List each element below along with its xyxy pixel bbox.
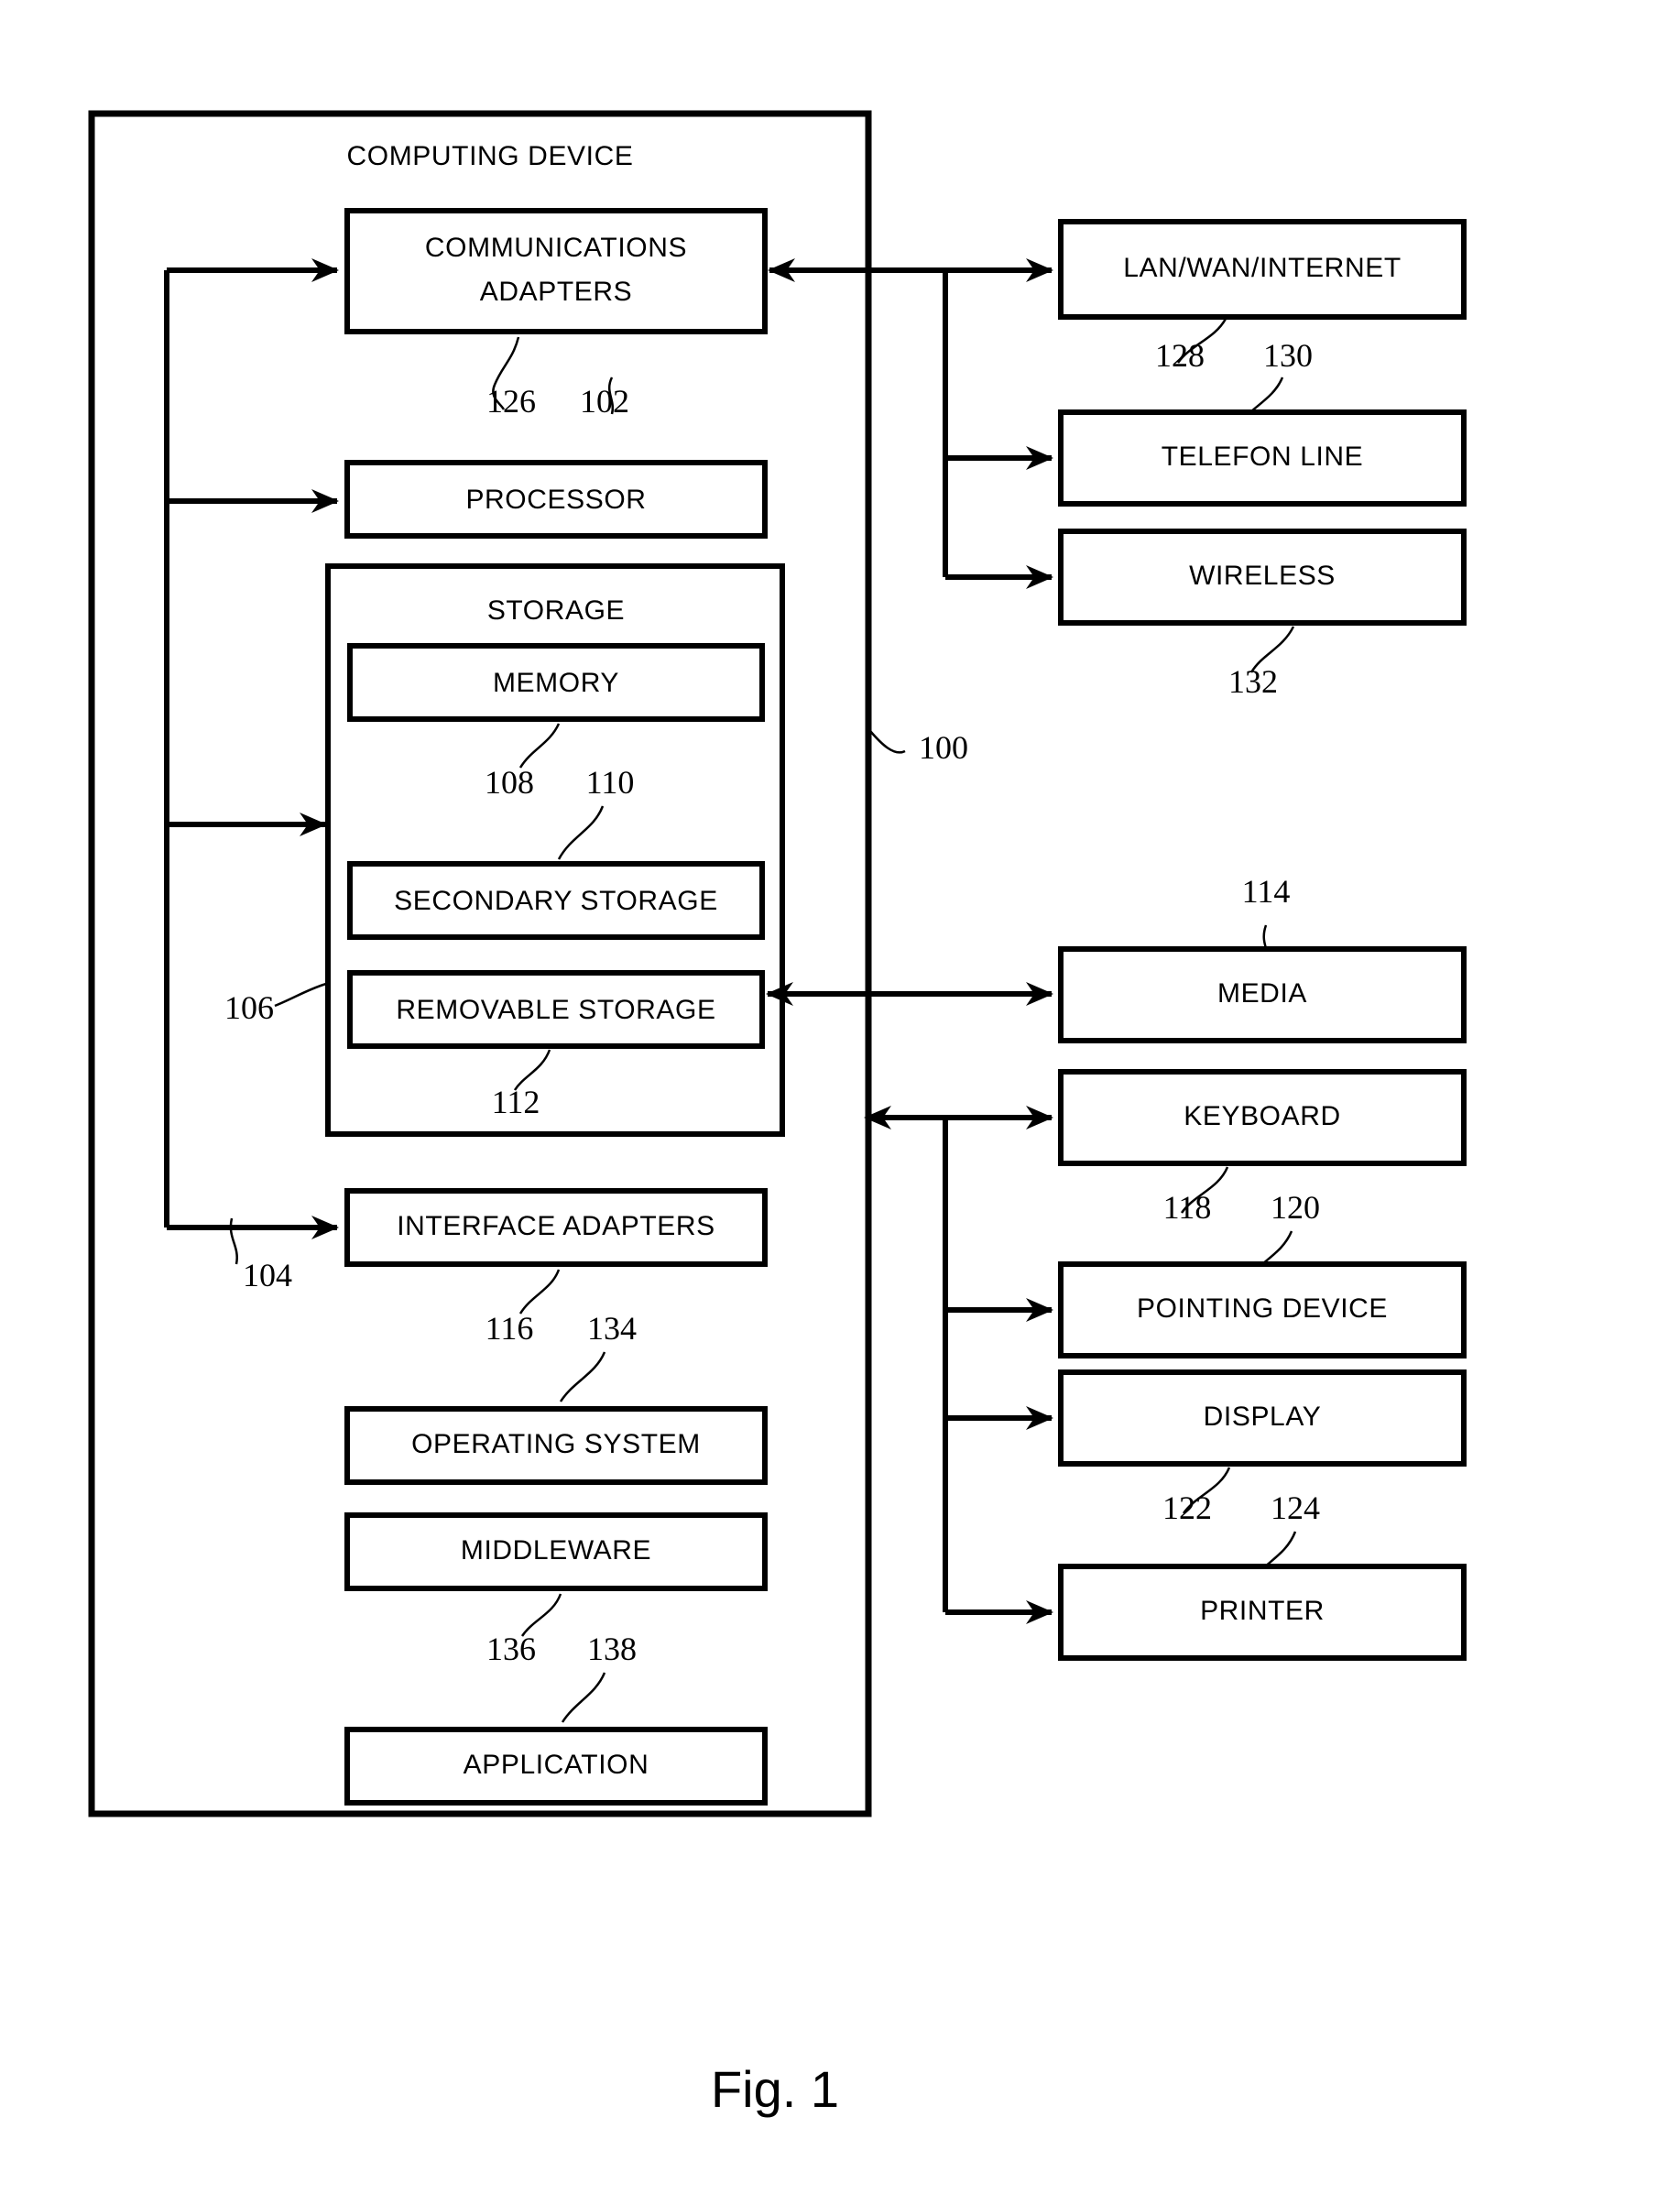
ref-124: 124: [1271, 1489, 1320, 1526]
memory-label: MEMORY: [493, 668, 619, 698]
figure-caption: Fig. 1: [711, 2060, 839, 2118]
ref-130: 130: [1263, 337, 1313, 374]
removable-storage-label: REMOVABLE STORAGE: [396, 995, 715, 1025]
ref-128: 128: [1155, 337, 1205, 374]
application-label: APPLICATION: [464, 1750, 649, 1780]
storage-label: STORAGE: [487, 595, 625, 626]
ref-102: 102: [580, 383, 629, 420]
operating-system-label: OPERATING SYSTEM: [411, 1429, 701, 1459]
ref-122: 122: [1162, 1489, 1212, 1526]
computing-device-title: COMPUTING DEVICE: [347, 141, 634, 171]
ref-106: 106: [224, 989, 274, 1026]
pointing-device-label: POINTING DEVICE: [1137, 1293, 1388, 1324]
ref-104: 104: [243, 1257, 292, 1293]
communications-adapters-label-line2: ADAPTERS: [480, 277, 633, 307]
ref-108: 108: [485, 764, 534, 801]
ref-132: 132: [1228, 663, 1278, 700]
ref-120: 120: [1271, 1189, 1320, 1226]
lan-wan-internet-label: LAN/WAN/INTERNET: [1123, 253, 1402, 283]
ref-116: 116: [485, 1310, 534, 1347]
leader-100: [869, 730, 906, 754]
figure-canvas: COMPUTING DEVICE COMMUNICATIONS ADAPTERS…: [88, 110, 1467, 2118]
ref-114: 114: [1242, 873, 1291, 910]
interface-adapters-label: INTERFACE ADAPTERS: [397, 1211, 715, 1241]
block-communications-adapters: [344, 208, 768, 334]
ref-100: 100: [919, 729, 968, 766]
ref-138: 138: [587, 1631, 637, 1667]
ref-110: 110: [586, 764, 635, 801]
telefon-line-label: TELEFON LINE: [1162, 442, 1364, 472]
processor-label: PROCESSOR: [465, 485, 646, 515]
middleware-label: MIDDLEWARE: [461, 1535, 651, 1566]
ref-118: 118: [1163, 1189, 1212, 1226]
keyboard-label: KEYBOARD: [1184, 1101, 1341, 1131]
secondary-storage-label: SECONDARY STORAGE: [394, 886, 718, 916]
ref-136: 136: [486, 1631, 536, 1667]
ref-112: 112: [492, 1084, 540, 1120]
communications-adapters-label-line1: COMMUNICATIONS: [425, 233, 687, 263]
printer-label: PRINTER: [1200, 1596, 1325, 1626]
ref-134: 134: [587, 1310, 637, 1347]
wireless-label: WIRELESS: [1189, 561, 1336, 591]
media-label: MEDIA: [1217, 978, 1307, 1009]
patent-figure: COMPUTING DEVICE COMMUNICATIONS ADAPTERS…: [0, 0, 1680, 2204]
display-label: DISPLAY: [1204, 1402, 1322, 1432]
ref-126: 126: [486, 383, 536, 420]
